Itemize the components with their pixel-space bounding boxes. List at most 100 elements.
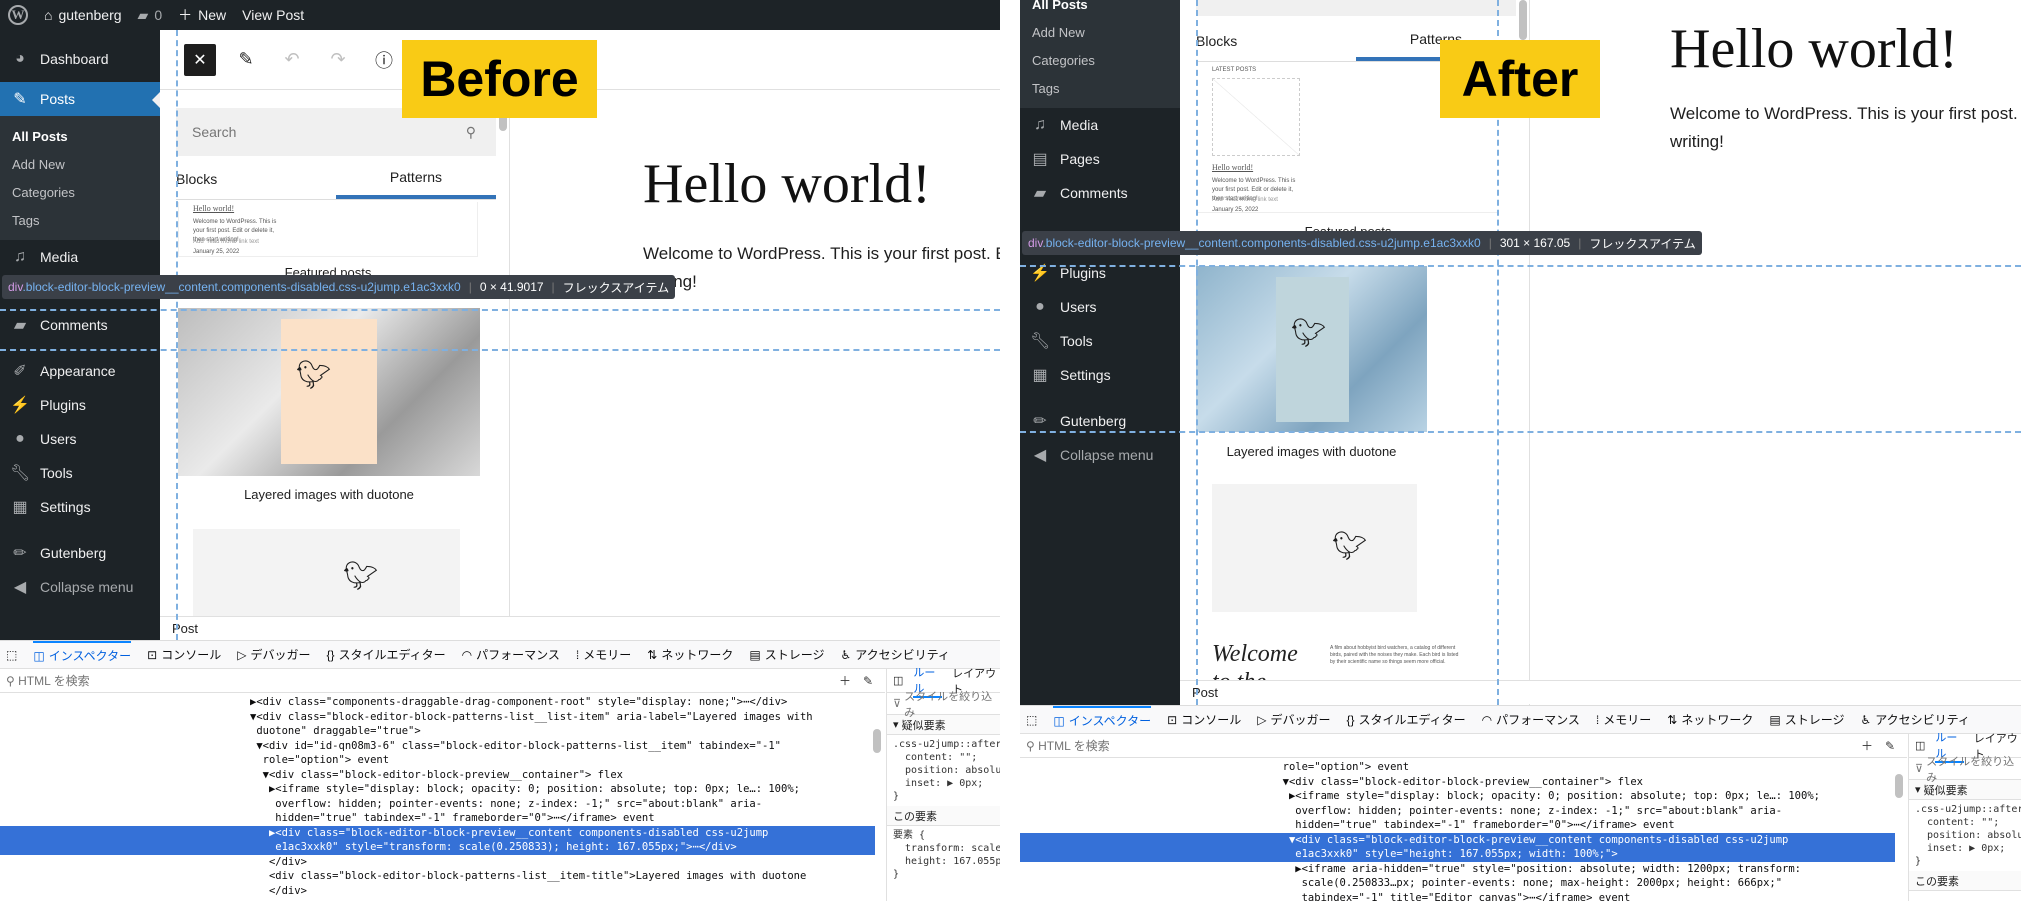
sidebar-item-comments[interactable]: ▰ Comments — [1020, 176, 1180, 210]
devtools-tab-memory[interactable]: ⁞ メモリー — [1596, 711, 1651, 728]
sidebar-item-dashboard[interactable]: ◕ Dashboard — [0, 42, 160, 76]
collapse-menu-button[interactable]: ◀ Collapse menu — [0, 570, 160, 604]
markup-line[interactable]: duotone" draggable="true"> — [0, 724, 875, 739]
devtools-tab-network[interactable]: ⇅ ネットワーク — [1667, 711, 1753, 728]
add-node-button[interactable]: ＋ — [1861, 737, 1873, 754]
latest-posts-pattern-preview[interactable]: Hello world! Welcome to WordPress. This … — [178, 202, 478, 257]
toggle-sidebar-icon[interactable]: ◫ — [1915, 739, 1925, 752]
details-info-button[interactable]: ⓘ — [368, 44, 400, 76]
markup-scrollbar[interactable] — [1895, 774, 1903, 798]
sidebar-item-appearance[interactable]: ✐ Appearance — [0, 354, 160, 388]
submenu-categories[interactable]: Categories — [0, 178, 160, 206]
markup-line[interactable]: ▶<iframe style="display: block; opacity:… — [1020, 789, 1895, 804]
markup-line[interactable]: hidden="true" tabindex="-1" frameborder=… — [1020, 818, 1895, 833]
sidebar-item-media[interactable]: ♫ Media — [1020, 108, 1180, 142]
markup-scrollbar[interactable] — [873, 729, 881, 753]
sidebar-item-tools[interactable]: 🔧︎ Tools — [1020, 324, 1180, 358]
filter-styles-input[interactable]: ⊽ スタイルを絞り込み — [1909, 756, 2021, 784]
submenu-tags[interactable]: Tags — [0, 206, 160, 234]
markup-line[interactable]: </div> — [0, 884, 875, 899]
post-body-line1[interactable]: Welcome to WordPress. This is your first… — [643, 240, 1000, 268]
devtools-tab-debugger[interactable]: ▷ デバッガー — [237, 646, 310, 663]
submenu-all-posts[interactable]: All Posts — [0, 122, 160, 150]
markup-line[interactable]: scale(0.250833…px; pointer-events: none;… — [1020, 876, 1895, 891]
sidebar-item-posts[interactable]: ✎ Posts — [0, 82, 160, 116]
bird-pattern-preview[interactable]: 🐦︎ — [1212, 484, 1417, 612]
markup-line[interactable]: ▼<div id="id-qn08m3-6" class="block-edit… — [0, 739, 875, 754]
submenu-categories[interactable]: Categories — [1020, 46, 1180, 74]
html-search-input[interactable]: ⚲ HTML を検索 ＋ ✎ — [0, 669, 885, 693]
bird-pattern-preview[interactable]: 🐦︎ — [193, 529, 460, 619]
submenu-all-posts[interactable]: All Posts — [1020, 0, 1180, 18]
edit-tool-button[interactable]: ✎ — [230, 44, 262, 76]
tab-patterns[interactable]: Patterns — [336, 158, 496, 199]
sidebar-item-settings[interactable]: ▦ Settings — [1020, 358, 1180, 392]
sidebar-item-plugins[interactable]: ⚡ Plugins — [0, 388, 160, 422]
sidebar-item-media[interactable]: ♫ Media — [0, 240, 160, 274]
markup-line[interactable]: ▶<iframe aria-hidden="true" style="posit… — [1020, 862, 1895, 877]
devtools-tab-inspector[interactable]: ◫ インスペクター — [33, 640, 132, 669]
markup-line[interactable]: overflow: hidden; pointer-events: none; … — [1020, 804, 1895, 819]
submenu-add-new[interactable]: Add New — [0, 150, 160, 178]
post-body-line2[interactable]: writing! — [1670, 128, 1724, 156]
close-inserter-button[interactable]: ✕ — [184, 43, 216, 76]
markup-line[interactable]: ▼<div class="block-editor-block-preview_… — [0, 768, 875, 783]
post-title[interactable]: Hello world! — [643, 152, 931, 216]
sidebar-item-pages[interactable]: ▤Pages — [1020, 142, 1180, 176]
sidebar-item-gutenberg[interactable]: ✏ Gutenberg — [0, 536, 160, 570]
submenu-tags[interactable]: Tags — [1020, 74, 1180, 102]
sidebar-item-users[interactable]: ● Users — [0, 422, 160, 456]
devtools-tab-memory[interactable]: ⁞ メモリー — [576, 646, 631, 663]
wp-logo-button[interactable]: W — [0, 0, 36, 30]
markup-line[interactable]: role="option"> event — [0, 753, 875, 768]
layered-images-pattern-preview[interactable]: 🐦︎ — [1196, 266, 1427, 432]
markup-line[interactable]: hidden="true" tabindex="-1" frameborder=… — [0, 811, 875, 826]
site-name-link[interactable]: ⌂ gutenberg — [36, 0, 130, 30]
layered-images-pattern-preview[interactable]: 🐦︎ — [178, 308, 480, 476]
markup-line[interactable]: ▶<iframe style="display: block; opacity:… — [0, 782, 875, 797]
inserter-scrollbar[interactable] — [1519, 0, 1527, 40]
devtools-tab-network[interactable]: ⇅ ネットワーク — [647, 646, 733, 663]
devtools-tab-storage[interactable]: ▤ ストレージ — [749, 646, 824, 663]
eyedropper-icon[interactable]: ✎ — [1885, 739, 1895, 753]
pick-element-icon[interactable]: ⬚ — [6, 648, 17, 662]
markup-tree[interactable]: ▶<div class="components-draggable-drag-c… — [0, 695, 875, 898]
devtools-tab-storage[interactable]: ▤ ストレージ — [1769, 711, 1844, 728]
post-body-line1[interactable]: Welcome to WordPress. This is your first… — [1670, 100, 2021, 128]
markup-line[interactable]: ▼<div class="block-editor-block-preview_… — [1020, 775, 1895, 790]
pick-element-icon[interactable]: ⬚ — [1026, 713, 1037, 727]
markup-line[interactable]: ▼<div class="block-editor-block-patterns… — [0, 710, 875, 725]
view-post-link[interactable]: View Post — [234, 0, 312, 30]
devtools-tab-console[interactable]: ⊡ コンソール — [147, 646, 221, 663]
markup-line[interactable]: tabindex="-1" title="Editor canvas">⋯</i… — [1020, 891, 1895, 901]
markup-line[interactable]: <div class="block-editor-block-patterns-… — [0, 869, 875, 884]
submenu-add-new[interactable]: Add New — [1020, 18, 1180, 46]
filter-styles-input[interactable]: ⊽ スタイルを絞り込み — [887, 691, 1000, 719]
sidebar-item-tools[interactable]: 🔧︎ Tools — [0, 456, 160, 490]
collapse-menu-button[interactable]: ◀ Collapse menu — [1020, 438, 1180, 472]
undo-button[interactable]: ↶ — [276, 44, 308, 76]
devtools-tab-style-editor[interactable]: {} スタイルエディター — [1346, 711, 1465, 728]
devtools-tab-inspector[interactable]: ◫ インスペクター — [1053, 705, 1152, 734]
markup-line[interactable]: overflow: hidden; pointer-events: none; … — [0, 797, 875, 812]
devtools-tab-accessibility[interactable]: ♿︎ アクセシビリティ — [840, 646, 949, 663]
devtools-tab-performance[interactable]: ◠ パフォーマンス — [462, 646, 560, 663]
toggle-sidebar-icon[interactable]: ◫ — [893, 674, 903, 687]
tab-blocks[interactable]: Blocks — [176, 158, 336, 199]
markup-line[interactable]: </div> — [0, 855, 875, 870]
markup-line[interactable]: ▶<div class="components-draggable-drag-c… — [0, 695, 875, 710]
add-node-button[interactable]: ＋ — [839, 672, 851, 689]
selected-markup-node[interactable]: e1ac3xxk0" style="height: 167.055px; wid… — [1020, 847, 1895, 862]
tab-blocks[interactable]: Blocks — [1196, 20, 1356, 61]
new-content-link[interactable]: ＋ New — [170, 0, 234, 30]
sidebar-item-comments[interactable]: ▰ Comments — [0, 308, 160, 342]
devtools-tab-debugger[interactable]: ▷ デバッガー — [1257, 711, 1330, 728]
selected-markup-node[interactable]: ▼<div class="block-editor-block-preview_… — [1020, 832, 1895, 847]
devtools-tab-accessibility[interactable]: ♿︎ アクセシビリティ — [1860, 711, 1969, 728]
sidebar-item-settings[interactable]: ▦ Settings — [0, 490, 160, 524]
redo-button[interactable]: ↷ — [322, 44, 354, 76]
sidebar-item-users[interactable]: ● Users — [1020, 290, 1180, 324]
comments-link[interactable]: ▰ 0 — [130, 0, 171, 30]
eyedropper-icon[interactable]: ✎ — [863, 674, 873, 688]
inserter-search-input[interactable] — [1196, 0, 1516, 16]
